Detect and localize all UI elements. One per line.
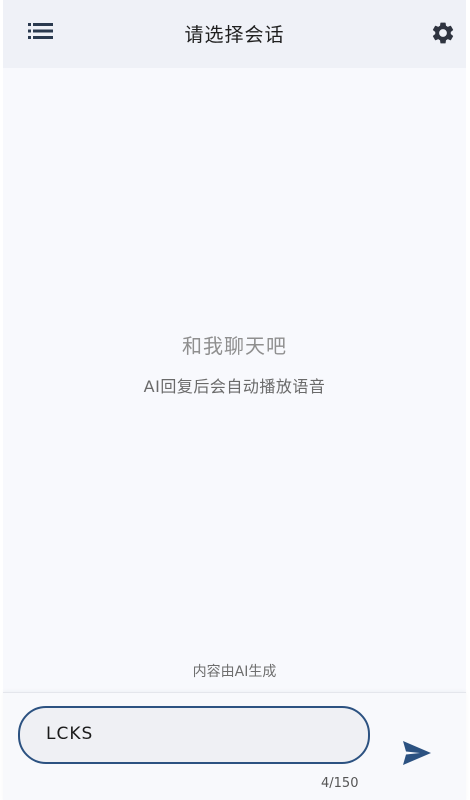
settings-button[interactable] [430, 20, 456, 46]
top-bar: 请选择会话 [3, 0, 466, 68]
send-icon [401, 738, 433, 768]
empty-subtitle: AI回复后会自动播放语音 [143, 377, 326, 396]
app-screen: 请选择会话 和我聊天吧 AI回复后会自动播放语音 内容由AI生成 LCKS 4/… [3, 0, 466, 800]
empty-title: 和我聊天吧 [182, 334, 287, 358]
send-button[interactable] [401, 738, 433, 768]
composer-bar: LCKS 4/150 [3, 692, 466, 800]
message-input-value: LCKS [46, 724, 94, 744]
gear-icon [430, 20, 456, 46]
char-counter: 4/150 [321, 776, 359, 791]
message-input[interactable]: LCKS [18, 706, 370, 764]
empty-chat-placeholder: 和我聊天吧 AI回复后会自动播放语音 [3, 330, 466, 397]
page-title[interactable]: 请选择会话 [3, 20, 466, 47]
ai-disclaimer: 内容由AI生成 [192, 664, 277, 680]
